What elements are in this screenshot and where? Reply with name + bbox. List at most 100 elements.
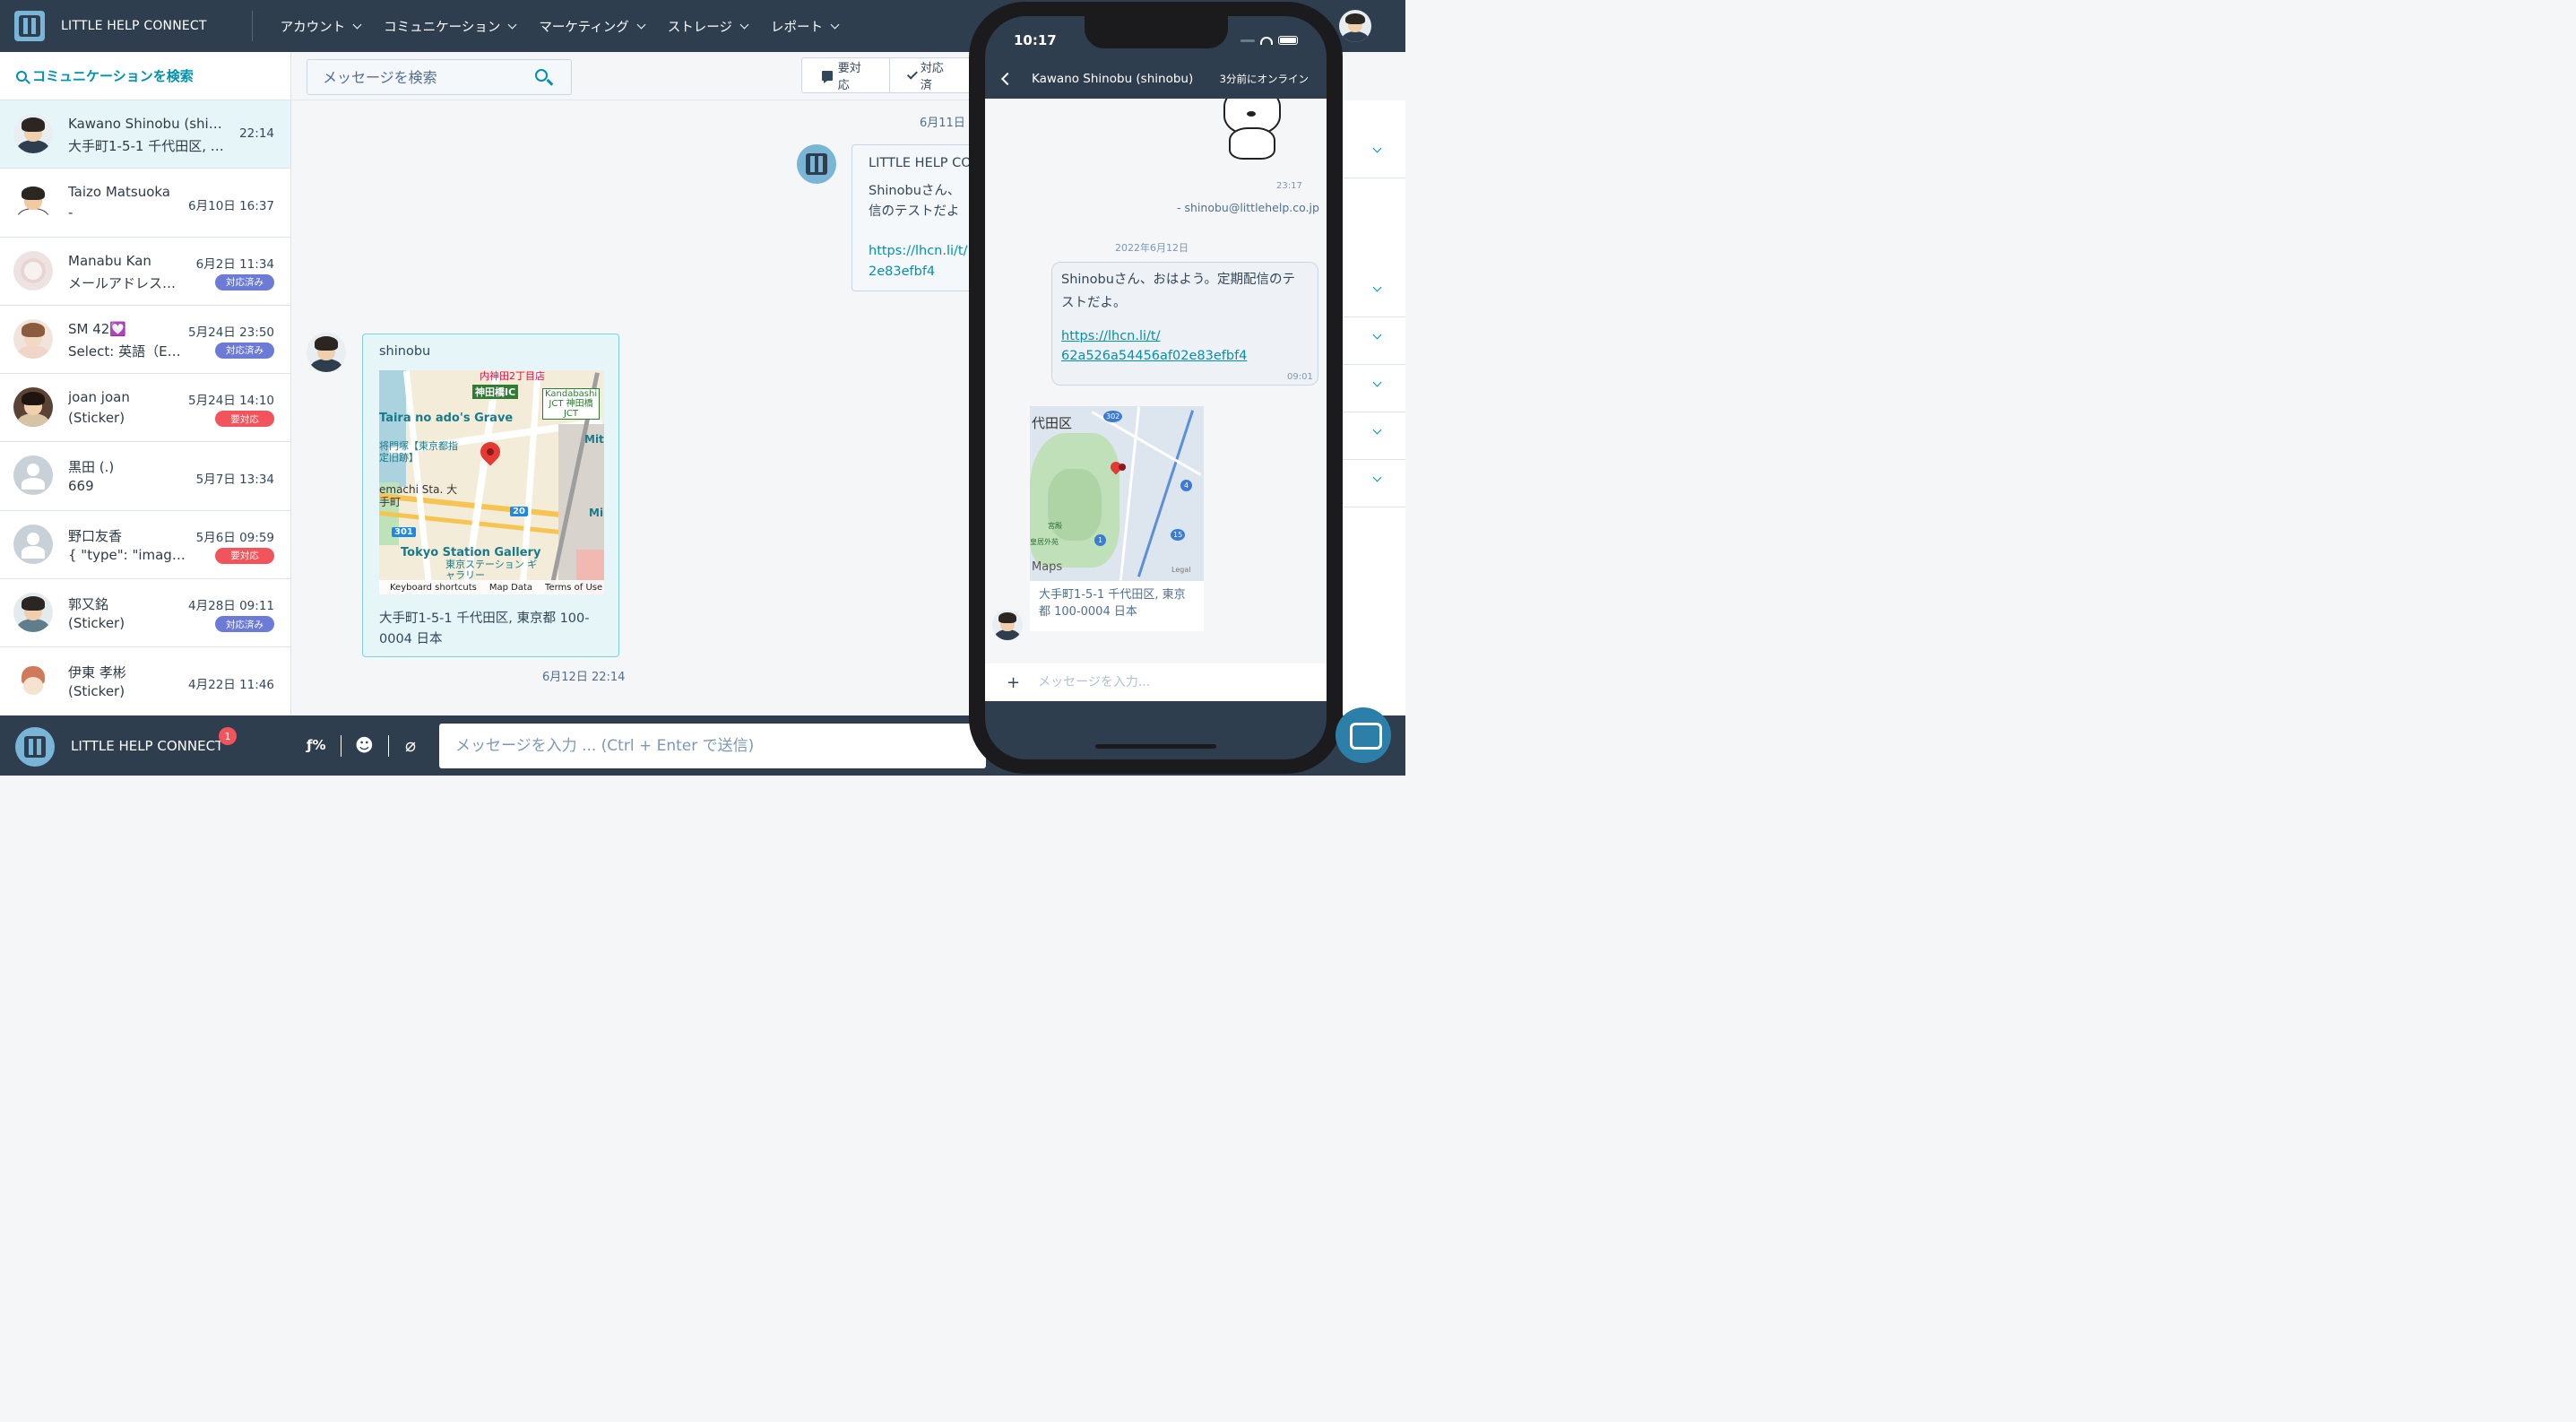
message-link[interactable]: 2e83efbf4 — [869, 264, 935, 279]
chevron-down-icon — [739, 20, 749, 29]
location-address: 大手町1-5-1 千代田区, 東京 — [1039, 588, 1186, 602]
map-label: 皇居外苑 — [1030, 538, 1059, 546]
conversation-item[interactable]: Manabu Kan メールアドレスの確認 6月2日 11:34 対応済み — [0, 238, 290, 306]
avatar — [992, 610, 1023, 640]
conversation-item[interactable]: 郭又銘 (Sticker) 4月28日 09:11 対応済み — [0, 579, 290, 648]
menu-communication[interactable]: コミュニケーション — [372, 17, 527, 36]
emoji-icon[interactable]: ☻ — [355, 735, 374, 755]
home-indicator — [1095, 744, 1216, 749]
map-legal-link[interactable]: Legal — [1171, 566, 1190, 574]
conversation-preview: (Sticker) — [68, 615, 125, 632]
map-label: 東京ステーション ギャラリー — [445, 559, 538, 581]
location-address: 都 100-0004 日本 — [1039, 605, 1137, 619]
status-badge: 対応済み — [215, 616, 274, 633]
avatar — [13, 455, 53, 496]
map-footer-link[interactable]: Terms of Use — [545, 583, 602, 593]
conversation-time: 4月22日 11:46 — [188, 678, 274, 693]
sticker-image — [1216, 99, 1288, 169]
phone-composer: + — [985, 663, 1327, 701]
conversation-item[interactable]: 伊東 孝彬 (Sticker) 4月22日 11:46 — [0, 647, 290, 715]
notification-badge: 1 — [219, 727, 237, 745]
menu-account[interactable]: アカウント — [269, 17, 373, 36]
done-button[interactable]: 対応済 — [889, 58, 972, 92]
chevron-down-icon — [352, 20, 362, 29]
conversation-item[interactable]: 野口友香 { "type": "image" } 5月6日 09:59 要対応 — [0, 511, 290, 580]
location-address: 大手町1-5-1 千代田区, 東京都 100-0004 日本 — [379, 611, 590, 646]
location-map[interactable]: 内神田2丁目店 神田橋IC Kandabashi JCT 神田橋JCT Tair… — [379, 370, 604, 594]
conversation-item[interactable]: Taizo Matsuoka - 6月10日 16:37 — [0, 169, 290, 238]
chat-icon — [822, 70, 833, 83]
map-footer: Keyboard shortcuts Map Data Terms of Use — [379, 580, 604, 594]
phone-chat-body: 23:17 - shinobu@littlehelp.co.jp 2022年6月… — [985, 99, 1327, 663]
back-icon[interactable] — [1000, 72, 1015, 86]
app-logo[interactable] — [14, 11, 45, 41]
phone-location-map[interactable]: 代田区 302 4 15 1 宮殿 皇居外苑 Maps Legal — [1030, 406, 1204, 581]
message-time: 09:01 — [1287, 372, 1313, 382]
conversation-time: 6月10日 16:37 — [188, 199, 274, 214]
conversation-item[interactable]: SM 42💟 Select: 英語（English） 5月24日 23:50 対… — [0, 306, 290, 375]
conversation-preview: 669 — [68, 478, 94, 495]
user-avatar[interactable] — [1339, 10, 1371, 42]
template-icon[interactable]: ƒ% — [307, 735, 326, 755]
message-link[interactable]: https://lhcn.li/t/ — [869, 244, 967, 258]
attachment-icon[interactable]: ⌀ — [405, 735, 416, 755]
menu-report-label: レポート — [770, 20, 823, 35]
conversation-time: 5月24日 23:50 — [188, 325, 274, 340]
message-link[interactable]: 62a526a54456af02e83efbf4 — [1061, 349, 1247, 363]
menu-report[interactable]: レポート — [759, 17, 850, 36]
status-badge: 要対応 — [215, 411, 274, 428]
main-menu: アカウント コミュニケーション マーケティング ストレージ レポート — [269, 17, 850, 36]
phone-message-input[interactable] — [1038, 675, 1290, 689]
divider — [388, 735, 389, 757]
needs-action-button[interactable]: 要対応 — [802, 58, 889, 92]
map-footer-link[interactable]: Keyboard shortcuts — [390, 583, 477, 593]
conversation-preview: 大手町1-5-1 千代田区, 東京都 — [68, 138, 225, 154]
search-icon[interactable] — [535, 69, 548, 82]
search-conversations-button[interactable]: コミュニケーションを検索 — [0, 52, 290, 100]
map-route-marker: 15 — [1171, 529, 1186, 541]
map-route-marker: 1 — [1094, 534, 1107, 546]
conversation-name: Kawano Shinobu (shinobu) — [68, 116, 225, 132]
chevron-down-icon — [830, 20, 840, 29]
conversation-preview: - — [68, 204, 73, 221]
plus-icon[interactable]: + — [1007, 673, 1020, 692]
message-search-input[interactable] — [307, 60, 514, 94]
help-chat-button[interactable] — [1336, 707, 1391, 763]
conversation-time: 22:14 — [239, 126, 274, 141]
menu-storage[interactable]: ストレージ — [656, 17, 759, 36]
message-input[interactable] — [439, 724, 986, 768]
chevron-down-icon — [1372, 282, 1382, 292]
chat-thread: 6月11日 LITTLE HELP CO Shinobuさん、 信のテストだよ … — [291, 100, 995, 715]
chevron-down-icon — [1372, 377, 1382, 387]
conversation-item[interactable]: joan joan (Sticker) 5月24日 14:10 要対応 — [0, 374, 290, 443]
done-label: 対応済 — [920, 62, 944, 92]
message-composer — [439, 724, 986, 768]
conversation-time: 4月28日 09:11 — [188, 599, 274, 614]
avatar — [13, 661, 53, 701]
map-label: Mi — [589, 507, 604, 519]
message-text: ストだよ。 — [1061, 296, 1127, 310]
status-badge: 要対応 — [215, 547, 274, 564]
phone-location-card: 大手町1-5-1 千代田区, 東京 都 100-0004 日本 — [1030, 581, 1204, 631]
message-link[interactable]: https://lhcn.li/t/ — [1061, 329, 1160, 343]
map-label: 代田区 — [1032, 415, 1073, 431]
map-footer-link[interactable]: Map Data — [489, 583, 532, 593]
avatar — [13, 593, 53, 633]
map-label: 内神田2丁目店 — [480, 370, 545, 382]
message-text: Shinobuさん、 — [869, 184, 961, 198]
map-label: Taira no ado's Grave — [379, 412, 514, 425]
nav-divider — [251, 11, 253, 41]
map-route-marker: 4 — [1180, 480, 1193, 491]
conversation-item[interactable]: 黒田 (.) 669 5月7日 13:34 — [0, 442, 290, 511]
conversation-item[interactable]: Kawano Shinobu (shinobu) 大手町1-5-1 千代田区, … — [0, 100, 290, 169]
needs-action-label: 要対応 — [837, 62, 861, 92]
check-icon — [907, 68, 918, 79]
menu-marketing[interactable]: マーケティング — [527, 17, 655, 36]
conversation-sidebar: コミュニケーションを検索 Kawano Shinobu (shinobu) 大手… — [0, 52, 291, 715]
conversation-time: 5月7日 13:34 — [195, 473, 274, 488]
map-label: 20 — [510, 507, 528, 516]
avatar — [307, 333, 346, 372]
message-search — [307, 59, 572, 95]
phone-preview: 10:17 Kawano Shinobu (shinobu) 3分前にオンライン… — [969, 2, 1343, 774]
phone-status-icons — [1240, 36, 1298, 45]
